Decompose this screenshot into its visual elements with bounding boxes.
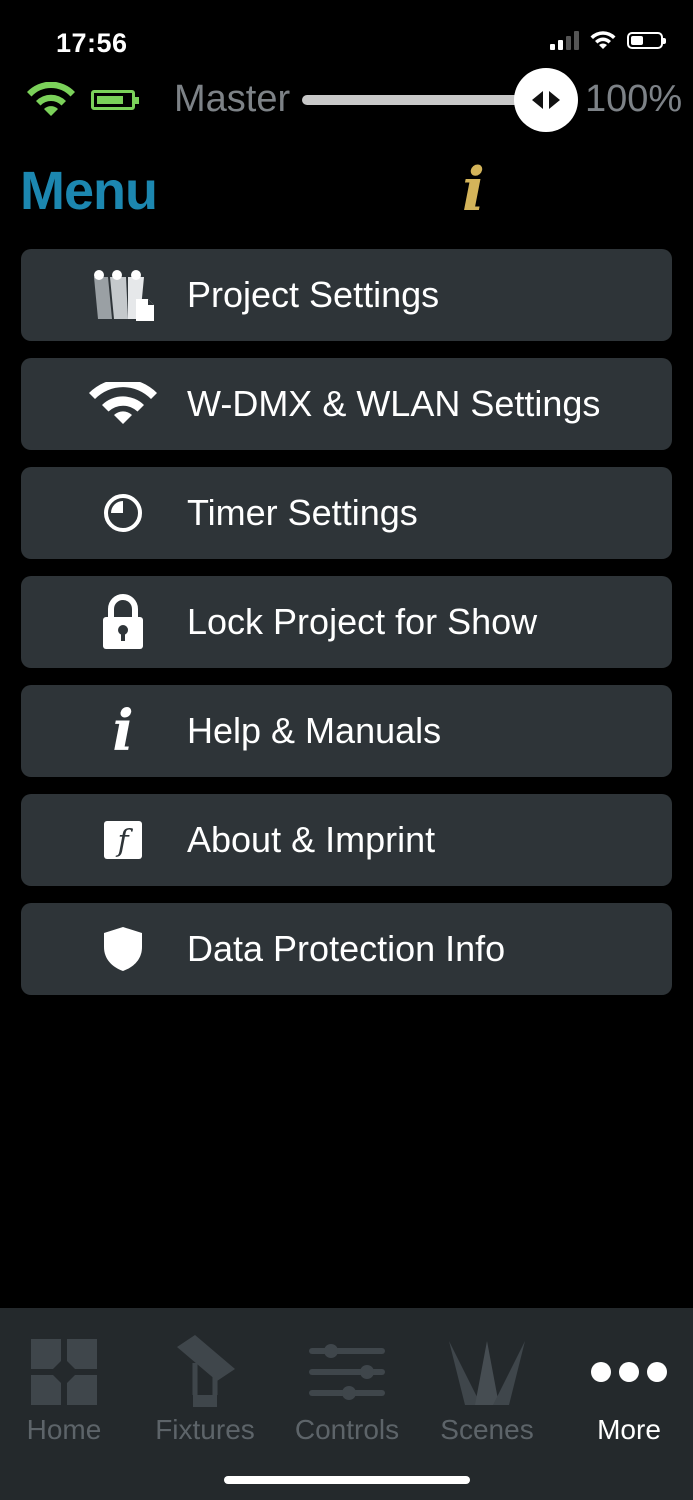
menu-item-label: About & Imprint <box>187 819 436 860</box>
home-icon <box>0 1332 133 1412</box>
menu-item-label: Data Protection Info <box>187 928 506 969</box>
menu-item-label: Project Settings <box>187 274 440 315</box>
settings-menu: Project Settings W-DMX & WLAN Settings T… <box>21 249 672 1012</box>
tab-label: Home <box>26 1414 102 1445</box>
menu-item-lock-project[interactable]: Lock Project for Show <box>21 576 672 668</box>
wifi-status-icon <box>590 31 616 49</box>
menu-item-timer-settings[interactable]: Timer Settings <box>21 467 672 559</box>
tab-label: Controls <box>294 1414 400 1445</box>
menu-item-label: W-DMX & WLAN Settings <box>187 383 601 424</box>
info-button[interactable]: i <box>462 160 485 220</box>
tab-bar: Home Fixtures Controls Scenes More <box>0 1308 693 1500</box>
master-bar: Master 100% <box>0 68 693 132</box>
status-icons <box>550 30 666 50</box>
status-bar: 17:56 <box>0 0 693 64</box>
device-battery-icon <box>91 90 139 110</box>
lock-icon <box>83 590 163 654</box>
menu-item-project-settings[interactable]: Project Settings <box>21 249 672 341</box>
menu-item-help-manuals[interactable]: i Help & Manuals <box>21 685 672 777</box>
master-label: Master <box>174 78 291 120</box>
menu-item-wdmx-wlan-settings[interactable]: W-DMX & WLAN Settings <box>21 358 672 450</box>
menu-item-label: Timer Settings <box>187 492 418 533</box>
master-value: 100% <box>585 78 683 120</box>
tab-label: Fixtures <box>155 1414 255 1445</box>
scenes-icon <box>418 1332 556 1412</box>
page-title: Menu <box>20 161 158 221</box>
project-settings-icon <box>83 263 163 327</box>
shield-icon <box>83 917 163 981</box>
wifi-icon <box>83 372 163 436</box>
fixture-icon <box>136 1332 274 1412</box>
left-right-arrows-icon <box>532 91 560 109</box>
tab-home[interactable]: Home <box>0 1308 133 1458</box>
tab-label: More <box>597 1414 661 1445</box>
menu-item-about-imprint[interactable]: f About & Imprint <box>21 794 672 886</box>
tab-scenes[interactable]: Scenes <box>418 1308 556 1458</box>
tab-label: Scenes <box>440 1414 534 1445</box>
home-indicator[interactable] <box>224 1476 470 1484</box>
menu-item-data-protection[interactable]: Data Protection Info <box>21 903 672 995</box>
master-slider[interactable] <box>302 95 542 105</box>
menu-item-label: Help & Manuals <box>187 710 442 751</box>
sliders-icon <box>278 1332 416 1412</box>
tab-fixtures[interactable]: Fixtures <box>136 1308 274 1458</box>
wdmx-connection-icon <box>27 82 75 116</box>
about-icon: f <box>83 808 163 872</box>
more-icon <box>560 1332 693 1412</box>
info-icon: i <box>112 698 134 764</box>
cellular-signal-icon <box>550 30 579 50</box>
status-time: 17:56 <box>56 28 128 58</box>
master-slider-knob[interactable] <box>514 68 578 132</box>
menu-item-label: Lock Project for Show <box>187 601 538 642</box>
tab-more[interactable]: More <box>560 1308 693 1458</box>
phone-battery-icon <box>627 31 666 49</box>
timer-icon <box>83 481 163 545</box>
tab-controls[interactable]: Controls <box>278 1308 416 1458</box>
